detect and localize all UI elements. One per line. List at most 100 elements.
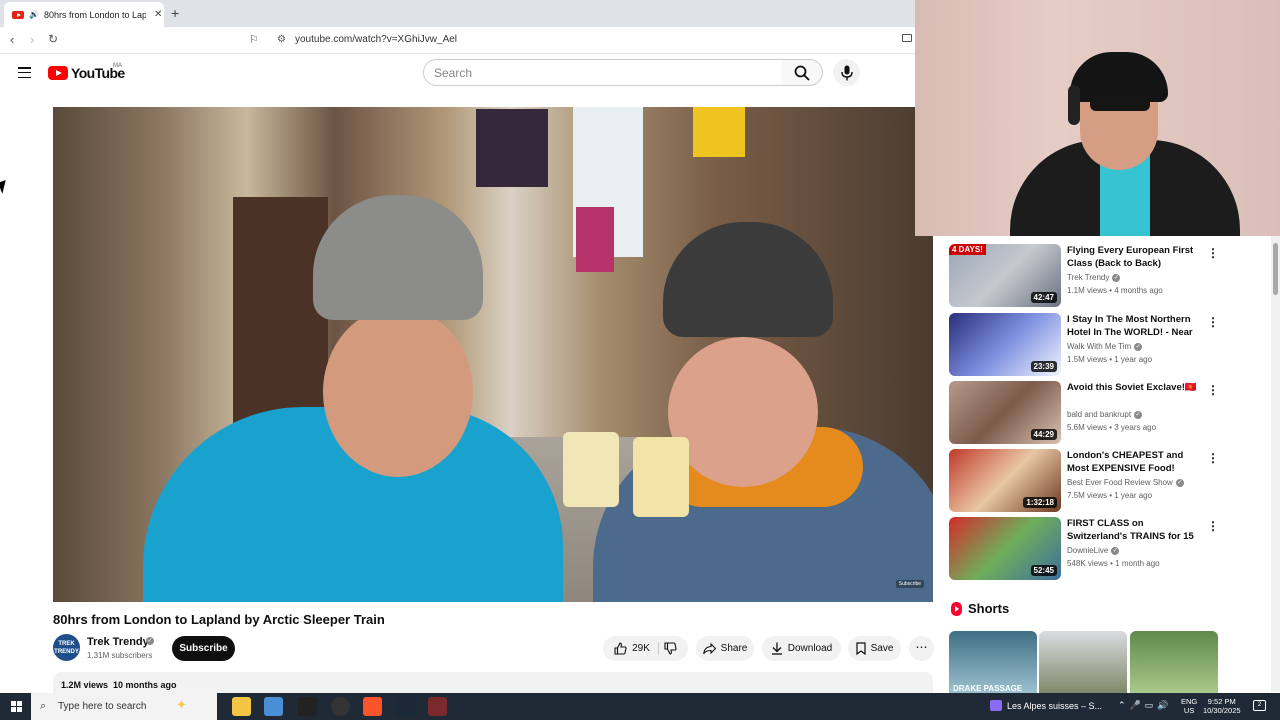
input-language[interactable]: ENG US: [1181, 697, 1197, 715]
recommendation-title[interactable]: FIRST CLASS on Switzerland's TRAINS for …: [1067, 517, 1203, 543]
recommendation-card[interactable]: 23:39 I Stay In The Most Northern Hotel I…: [949, 313, 1219, 377]
media-title: Les Alpes suisses – S...: [1007, 700, 1103, 711]
recommendation-thumbnail[interactable]: 44:29: [949, 381, 1061, 444]
search-input[interactable]: Search: [423, 59, 782, 86]
verified-check-icon: ✓: [1175, 478, 1184, 487]
shorts-header: Shorts: [951, 601, 1009, 616]
subscriber-count: 1.31M subscribers: [87, 651, 153, 660]
recommendation-title[interactable]: I Stay In The Most Northern Hotel In The…: [1067, 313, 1203, 339]
video-frame-hat-right: [663, 222, 833, 337]
short-caption: DRAKE PASSAGE: [953, 684, 1023, 693]
recommendation-thumbnail[interactable]: 23:39: [949, 313, 1061, 376]
speaker-icon[interactable]: 🔊: [29, 10, 39, 19]
recommendation-card[interactable]: 44:29 Avoid this Soviet Exclave!🇰🇬 bald an…: [949, 381, 1219, 445]
app-icon[interactable]: [298, 697, 317, 716]
subscribe-watermark[interactable]: Subscribe: [895, 580, 924, 588]
bookmark-save-icon: [855, 642, 866, 655]
video-frame-cup-left: [563, 432, 619, 507]
recommendation-channel[interactable]: Walk With Me Tim ✓: [1067, 342, 1143, 351]
browser-tab-active[interactable]: 🔊 80hrs from London to Lapland ✕: [4, 2, 164, 27]
share-button[interactable]: Share: [696, 636, 754, 661]
share-arrow-icon: [702, 643, 716, 654]
back-arrow-icon[interactable]: ‹: [10, 32, 14, 47]
site-info-icon[interactable]: ⚙: [277, 34, 286, 45]
recommendation-thumbnail[interactable]: 52:45: [949, 517, 1061, 580]
tab-title: 80hrs from London to Lapland: [43, 9, 146, 20]
download-button[interactable]: Download: [762, 636, 841, 661]
channel-name[interactable]: Trek Trendy: [87, 636, 149, 648]
system-tray-icons[interactable]: ⌃🎤▭🔊: [1118, 700, 1172, 711]
kebab-menu-icon[interactable]: ⋮: [1207, 451, 1219, 465]
recommendation-title[interactable]: Flying Every European First Class (Back …: [1067, 244, 1203, 270]
mouse-cursor: [0, 179, 10, 195]
media-widget[interactable]: Les Alpes suisses – S...: [990, 700, 1102, 711]
hamburger-menu-icon[interactable]: [18, 67, 31, 79]
new-tab-button[interactable]: +: [171, 5, 179, 21]
taskbar-clock[interactable]: 9:52 PM 10/30/2025: [1203, 697, 1241, 715]
webcam-overlay: [915, 0, 1280, 236]
recommendation-card[interactable]: 4 DAYS! 42:47 Flying Every European First …: [949, 244, 1219, 308]
recommendation-thumbnail[interactable]: 1:32:18: [949, 449, 1061, 512]
copilot-sparkle-icon[interactable]: ✦: [176, 697, 187, 713]
kebab-menu-icon[interactable]: ⋮: [1207, 519, 1219, 533]
verified-check-icon: ✓: [1111, 546, 1120, 555]
reload-icon[interactable]: ↻: [48, 32, 58, 46]
kebab-menu-icon[interactable]: ⋮: [1207, 315, 1219, 329]
recommendation-channel[interactable]: bald and bankrupt ✓: [1067, 410, 1143, 419]
channel-avatar[interactable]: TREK TRENDY: [53, 634, 80, 661]
clock-time: 9:52 PM: [1207, 697, 1236, 706]
recommendation-meta: 7.5M views • 1 year ago: [1067, 491, 1153, 500]
download-icon: [771, 642, 782, 655]
video-duration: 42:47: [1030, 292, 1057, 303]
notification-center-icon[interactable]: 2: [1253, 700, 1266, 711]
verified-check-icon: ✓: [1112, 273, 1121, 282]
upload-age: 10 months ago: [113, 680, 177, 690]
youtube-play-icon: [48, 66, 68, 80]
game-app-icon[interactable]: [428, 697, 447, 716]
scrollbar-thumb[interactable]: [1273, 243, 1278, 295]
recommendation-title[interactable]: London's CHEAPEST and Most EXPENSIVE Foo…: [1067, 449, 1203, 475]
obs-icon[interactable]: [331, 697, 350, 716]
save-button[interactable]: Save: [848, 636, 901, 661]
forward-arrow-icon[interactable]: ›: [30, 32, 34, 47]
bookmark-icon[interactable]: ⚐: [249, 33, 259, 46]
media-app-icon: [990, 700, 1002, 711]
browser-toolbar: ‹ › ↻ ⚐ ⚙ youtube.com/watch?v=XGhiJvw_Ae…: [0, 27, 915, 54]
taskbar-search-input[interactable]: Type here to search: [31, 693, 217, 720]
recommendation-card[interactable]: 1:32:18 London's CHEAPEST and Most EXPENS…: [949, 449, 1219, 513]
voice-search-button[interactable]: [833, 59, 860, 86]
recommendation-thumbnail[interactable]: 4 DAYS! 42:47: [949, 244, 1061, 307]
kebab-menu-icon[interactable]: ⋮: [1207, 383, 1219, 397]
recommendation-channel[interactable]: Trek Trendy ✓: [1067, 273, 1121, 282]
thumbnail-badge: 4 DAYS!: [949, 244, 986, 255]
like-dislike-group: 29K: [603, 636, 688, 661]
file-explorer-icon[interactable]: [232, 697, 251, 716]
short-thumbnail[interactable]: DRAKE PASSAGE: [949, 631, 1037, 693]
close-tab-icon[interactable]: ✕: [154, 9, 162, 20]
taskbar-search-icon: ⌕: [40, 700, 47, 712]
recommendation-channel[interactable]: DownieLive ✓: [1067, 546, 1120, 555]
recommendation-card[interactable]: 52:45 FIRST CLASS on Switzerland's TRAINS…: [949, 517, 1219, 581]
brave-browser-icon[interactable]: [363, 697, 382, 716]
save-label: Save: [870, 643, 894, 654]
steam-icon[interactable]: [396, 697, 415, 716]
subscribe-button[interactable]: Subscribe: [172, 636, 235, 661]
more-actions-icon[interactable]: ⋯: [909, 636, 934, 661]
video-player[interactable]: Subscribe: [53, 107, 933, 602]
short-thumbnail[interactable]: [1130, 631, 1218, 693]
windows-start-icon[interactable]: [11, 701, 22, 712]
short-thumbnail[interactable]: [1039, 631, 1127, 693]
verified-check-icon: ✓: [1134, 410, 1143, 419]
cast-icon[interactable]: [902, 34, 912, 42]
address-bar[interactable]: youtube.com/watch?v=XGhiJvw_Ael: [295, 34, 457, 45]
search-button[interactable]: [781, 59, 823, 86]
recommendation-title[interactable]: Avoid this Soviet Exclave!🇰🇬: [1067, 381, 1203, 394]
thumbs-down-icon[interactable]: [664, 642, 677, 655]
kebab-menu-icon[interactable]: ⋮: [1207, 246, 1219, 260]
recommendation-channel[interactable]: Best Ever Food Review Show ✓: [1067, 478, 1184, 487]
video-title: 80hrs from London to Lapland by Arctic S…: [53, 612, 385, 627]
like-button[interactable]: 29K: [614, 642, 659, 655]
recommendation-channel-name: DownieLive: [1067, 546, 1109, 555]
calculator-icon[interactable]: [264, 697, 283, 716]
page-scrollbar[interactable]: [1271, 236, 1280, 692]
